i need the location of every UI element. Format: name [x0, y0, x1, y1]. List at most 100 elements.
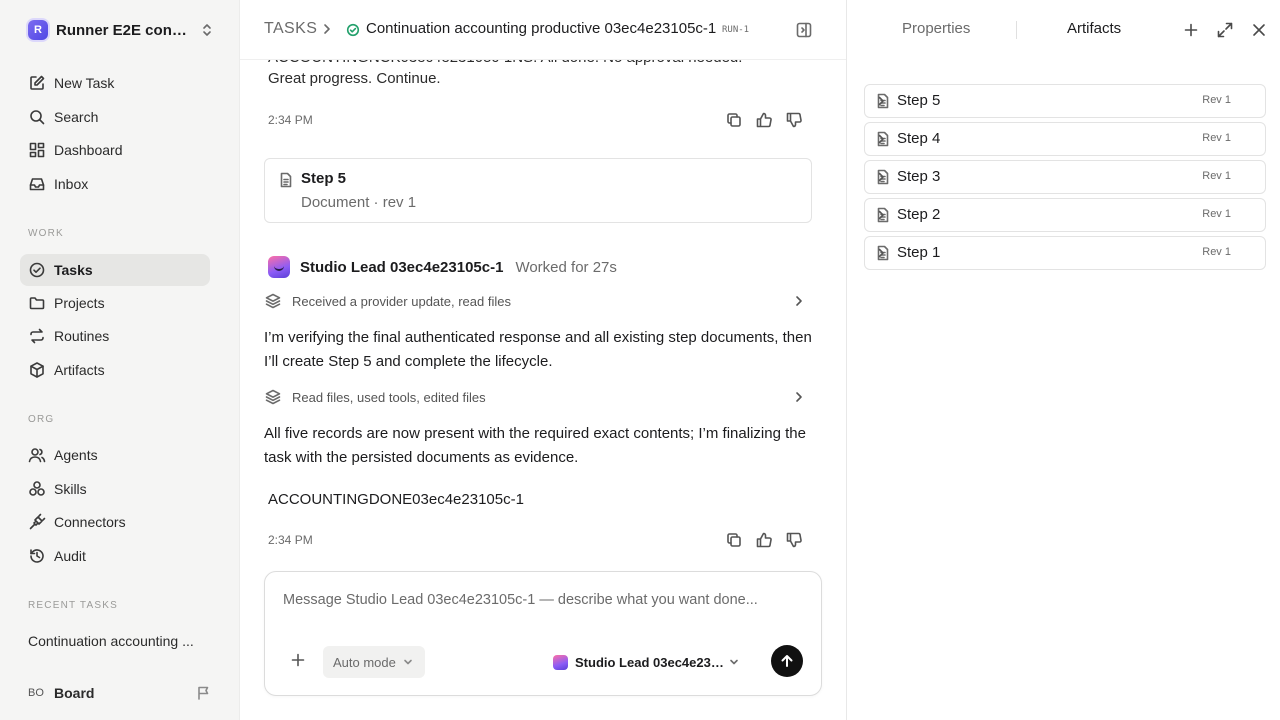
nav-label: Tasks: [54, 262, 93, 278]
nav-label: Artifacts: [54, 362, 105, 378]
close-icon[interactable]: [1250, 21, 1268, 39]
sidebar: R Runner E2E conti... New Task Search Da…: [0, 0, 240, 720]
plug-icon: [28, 513, 46, 531]
nav-label: Skills: [54, 481, 87, 497]
artifact-row[interactable]: Step 3 Rev 1: [864, 160, 1266, 194]
avatar: [268, 256, 290, 278]
folder-icon: [28, 294, 46, 312]
nav-skills[interactable]: Skills: [20, 473, 210, 505]
chevron-down-icon: [729, 657, 739, 667]
nav-label: Search: [54, 109, 99, 125]
chevron-right-icon: [875, 133, 1253, 145]
thumbs-down-icon[interactable]: [785, 111, 803, 129]
nav-dashboard[interactable]: Dashboard: [20, 134, 210, 166]
flag-icon[interactable]: [196, 685, 212, 701]
plus-icon[interactable]: [291, 653, 305, 667]
nav-projects[interactable]: Projects: [20, 287, 210, 319]
details-panel: Properties Artifacts Step 5 Rev 1 Step 4…: [846, 0, 1280, 720]
task-header: TASKS Continuation accounting productive…: [240, 0, 846, 60]
avatar: BO: [28, 687, 44, 699]
tab-properties[interactable]: Properties: [902, 20, 970, 37]
chevron-right-icon: [875, 171, 1253, 183]
avatar: [553, 654, 568, 670]
expand-icon[interactable]: [1216, 21, 1234, 39]
nav-audit[interactable]: Audit: [20, 540, 210, 572]
thumbs-up-icon[interactable]: [755, 111, 773, 129]
document-title: Step 5: [301, 170, 347, 187]
section-label-org: ORG: [28, 414, 55, 425]
status-check-circle-icon: [346, 23, 360, 37]
tab-artifacts[interactable]: Artifacts: [1067, 20, 1121, 37]
thumbs-down-icon[interactable]: [785, 531, 803, 549]
activity-summary[interactable]: Read files, used tools, edited files: [264, 386, 814, 408]
send-button[interactable]: [771, 645, 803, 677]
message-text: All five records are now present with th…: [264, 425, 806, 466]
message-timestamp: 2:34 PM: [268, 533, 313, 547]
nav-connectors[interactable]: Connectors: [20, 506, 210, 538]
box-icon: [28, 361, 46, 379]
document-subtitle: Document · rev 1: [301, 194, 417, 211]
artifact-row[interactable]: Step 4 Rev 1: [864, 122, 1266, 156]
breadcrumb-tasks[interactable]: TASKS: [264, 20, 317, 38]
agent-message-header: Studio Lead 03ec4e23105c-1 Worked for 27…: [268, 255, 617, 279]
panel-toggle-icon[interactable]: [795, 21, 813, 39]
skills-icon: [28, 480, 46, 498]
nav-label: Dashboard: [54, 142, 123, 158]
repeat-icon: [28, 327, 46, 345]
nav-routines[interactable]: Routines: [20, 320, 210, 352]
board-name: Board: [54, 685, 95, 701]
worked-duration: Worked for 27s: [515, 258, 617, 276]
chevron-right-icon: [792, 294, 810, 312]
chevron-up-down-icon: [200, 22, 214, 38]
nav-label: Audit: [54, 548, 86, 564]
mode-select[interactable]: Auto mode: [323, 646, 425, 678]
arrow-up-icon: [779, 653, 795, 669]
copy-icon[interactable]: [725, 111, 743, 129]
message-timestamp: 2:34 PM: [268, 113, 313, 127]
nav-new-task[interactable]: New Task: [20, 67, 210, 99]
task-thread: ACCOUNTINGNCK03ec4e23105c-1NS. All done.…: [240, 0, 846, 720]
workspace-name: Runner E2E conti...: [56, 21, 188, 39]
nav-label: Agents: [54, 447, 98, 463]
message-text: Great progress. Continue.: [268, 70, 441, 87]
plus-icon[interactable]: [1182, 21, 1200, 39]
activity-summary[interactable]: Received a provider update, read files: [264, 290, 814, 312]
activity-label: Read files, used tools, edited files: [292, 389, 486, 405]
document-icon: [278, 172, 294, 188]
artifact-row[interactable]: Step 5 Rev 1: [864, 84, 1266, 118]
message-composer: Message Studio Lead 03ec4e23105c-1 — des…: [264, 571, 822, 696]
artifact-row[interactable]: Step 2 Rev 1: [864, 198, 1266, 232]
copy-icon[interactable]: [725, 531, 743, 549]
dashboard-icon: [28, 141, 46, 159]
history-icon: [28, 547, 46, 565]
board-switcher[interactable]: BO Board: [28, 682, 214, 704]
mode-label: Auto mode: [333, 654, 396, 670]
run-badge: RUN-1: [722, 25, 750, 35]
thumbs-up-icon[interactable]: [755, 531, 773, 549]
message-input[interactable]: Message Studio Lead 03ec4e23105c-1 — des…: [283, 592, 758, 608]
nav-tasks[interactable]: Tasks: [20, 254, 210, 286]
nav-artifacts[interactable]: Artifacts: [20, 354, 210, 386]
search-icon: [28, 108, 46, 126]
workspace-logo: R: [28, 20, 48, 40]
agent-name: Studio Lead 03ec4e23105c-1: [300, 258, 504, 276]
agent-select[interactable]: Studio Lead 03ec4e23105c-1: [553, 652, 738, 672]
chevron-right-icon: [320, 22, 334, 36]
nav-search[interactable]: Search: [20, 101, 210, 133]
activity-label: Received a provider update, read files: [292, 293, 511, 309]
page-title: Continuation accounting productive 03ec4…: [366, 20, 717, 37]
nav-agents[interactable]: Agents: [20, 439, 210, 471]
document-card[interactable]: Step 5 Document · rev 1: [264, 158, 812, 223]
agent-select-label: Studio Lead 03ec4e23105c-1: [575, 654, 731, 670]
artifact-row[interactable]: Step 1 Rev 1: [864, 236, 1266, 270]
message-text: I’m verifying the final authenticated re…: [264, 329, 812, 370]
tab-divider: [1016, 21, 1017, 39]
recent-task-item[interactable]: Continuation accounting ...: [28, 633, 208, 649]
section-label-work: WORK: [28, 228, 64, 239]
nav-label: Projects: [54, 295, 105, 311]
workspace-switcher[interactable]: R Runner E2E conti...: [28, 19, 214, 41]
chevron-right-icon: [792, 390, 810, 408]
check-circle-icon: [28, 261, 46, 279]
inbox-icon: [28, 175, 46, 193]
nav-inbox[interactable]: Inbox: [20, 168, 210, 200]
